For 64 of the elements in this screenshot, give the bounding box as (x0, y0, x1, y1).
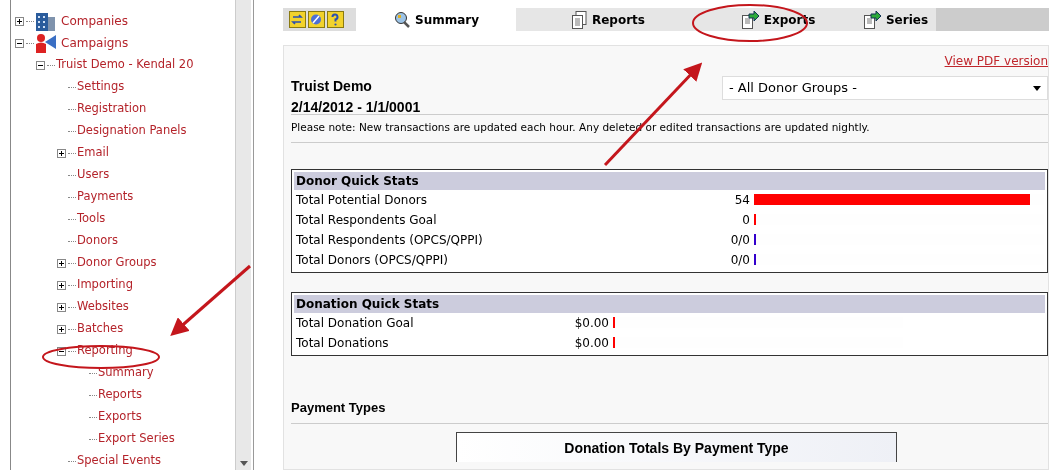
tree-item[interactable]: Reports (98, 386, 143, 404)
stat-label: Total Donations (296, 334, 390, 352)
stat-value: $0.00 (573, 334, 609, 352)
caret-icon (1033, 85, 1041, 91)
tree-item[interactable]: Payments (77, 188, 134, 206)
stat-label: Total Donors (OPCS/QPPI) (296, 251, 449, 269)
tab[interactable]: Series (856, 8, 936, 31)
expand-icon[interactable] (57, 324, 66, 334)
tree-item[interactable]: Companies (61, 12, 128, 30)
help-icon[interactable] (327, 11, 344, 28)
expand-icon[interactable] (15, 16, 24, 26)
tree-item[interactable]: Exports (98, 408, 142, 426)
tree-item[interactable]: Special Events (77, 452, 162, 470)
tree-item[interactable]: Tools (77, 210, 106, 228)
tree-item[interactable]: Registration (77, 100, 147, 118)
tree-item[interactable]: Batches (77, 320, 124, 338)
export-icon (863, 10, 882, 29)
tree-item[interactable]: Truist Demo - Kendal 20 (56, 56, 194, 74)
stat-value: 0/0 (729, 231, 750, 249)
tree-item[interactable]: Designation Panels (77, 122, 187, 140)
tree-item[interactable]: Donors (77, 232, 118, 250)
expand-icon[interactable] (57, 148, 66, 158)
building-icon (35, 11, 57, 31)
tree-item[interactable]: Email (77, 144, 109, 162)
chart-title: Donation Totals By Payment Type (456, 432, 897, 463)
tree-item[interactable]: Export Series (98, 430, 175, 448)
expand-icon[interactable] (57, 258, 66, 268)
tree-item[interactable]: Summary (98, 364, 154, 382)
collapse-icon[interactable] (57, 346, 66, 356)
collapse-icon[interactable] (36, 60, 45, 70)
stat-label: Total Donation Goal (296, 314, 415, 332)
expand-icon[interactable] (57, 302, 66, 312)
stat-value: $0.00 (573, 314, 609, 332)
campaign-dates: 2/14/2012 - 1/1/0001 (291, 98, 421, 117)
pdf-link[interactable]: View PDF version (944, 52, 1048, 76)
stat-value: 0 (741, 211, 750, 229)
tab[interactable]: Reports (516, 8, 701, 31)
stat-value: 0/0 (729, 251, 750, 269)
tree-item[interactable]: Donor Groups (77, 254, 157, 272)
stats-title: Donation Quick Stats (294, 294, 1045, 313)
stat-label: Total Respondents (OPCS/QPPI) (296, 231, 484, 249)
tree-item[interactable]: Users (77, 166, 110, 184)
magnifier-icon (393, 10, 411, 29)
campaign-name: Truist Demo (291, 77, 373, 96)
tree-item[interactable]: Websites (77, 298, 129, 316)
megaphone-figure-icon (35, 33, 57, 53)
block-icon[interactable] (308, 11, 325, 28)
expand-icon[interactable] (57, 280, 66, 290)
export-icon (741, 10, 760, 29)
tab[interactable]: Summary (356, 8, 516, 31)
tree-item[interactable]: Settings (77, 78, 125, 96)
section-heading: Payment Types (291, 398, 387, 417)
collapse-icon[interactable] (15, 38, 24, 48)
scroll-down-icon[interactable] (240, 461, 248, 466)
tree-item[interactable]: Importing (77, 276, 133, 294)
stats-title: Donor Quick Stats (294, 171, 1045, 190)
tree-item[interactable]: Campaigns (61, 34, 129, 52)
swap-icon[interactable] (289, 11, 306, 28)
stat-value: 54 (733, 191, 750, 209)
document-icon (572, 10, 588, 29)
tree-item[interactable]: Reporting (77, 342, 133, 360)
donor-group-select[interactable]: - All Donor Groups - (722, 76, 1048, 100)
stat-label: Total Respondents Goal (296, 211, 438, 229)
stat-label: Total Potential Donors (296, 191, 428, 209)
